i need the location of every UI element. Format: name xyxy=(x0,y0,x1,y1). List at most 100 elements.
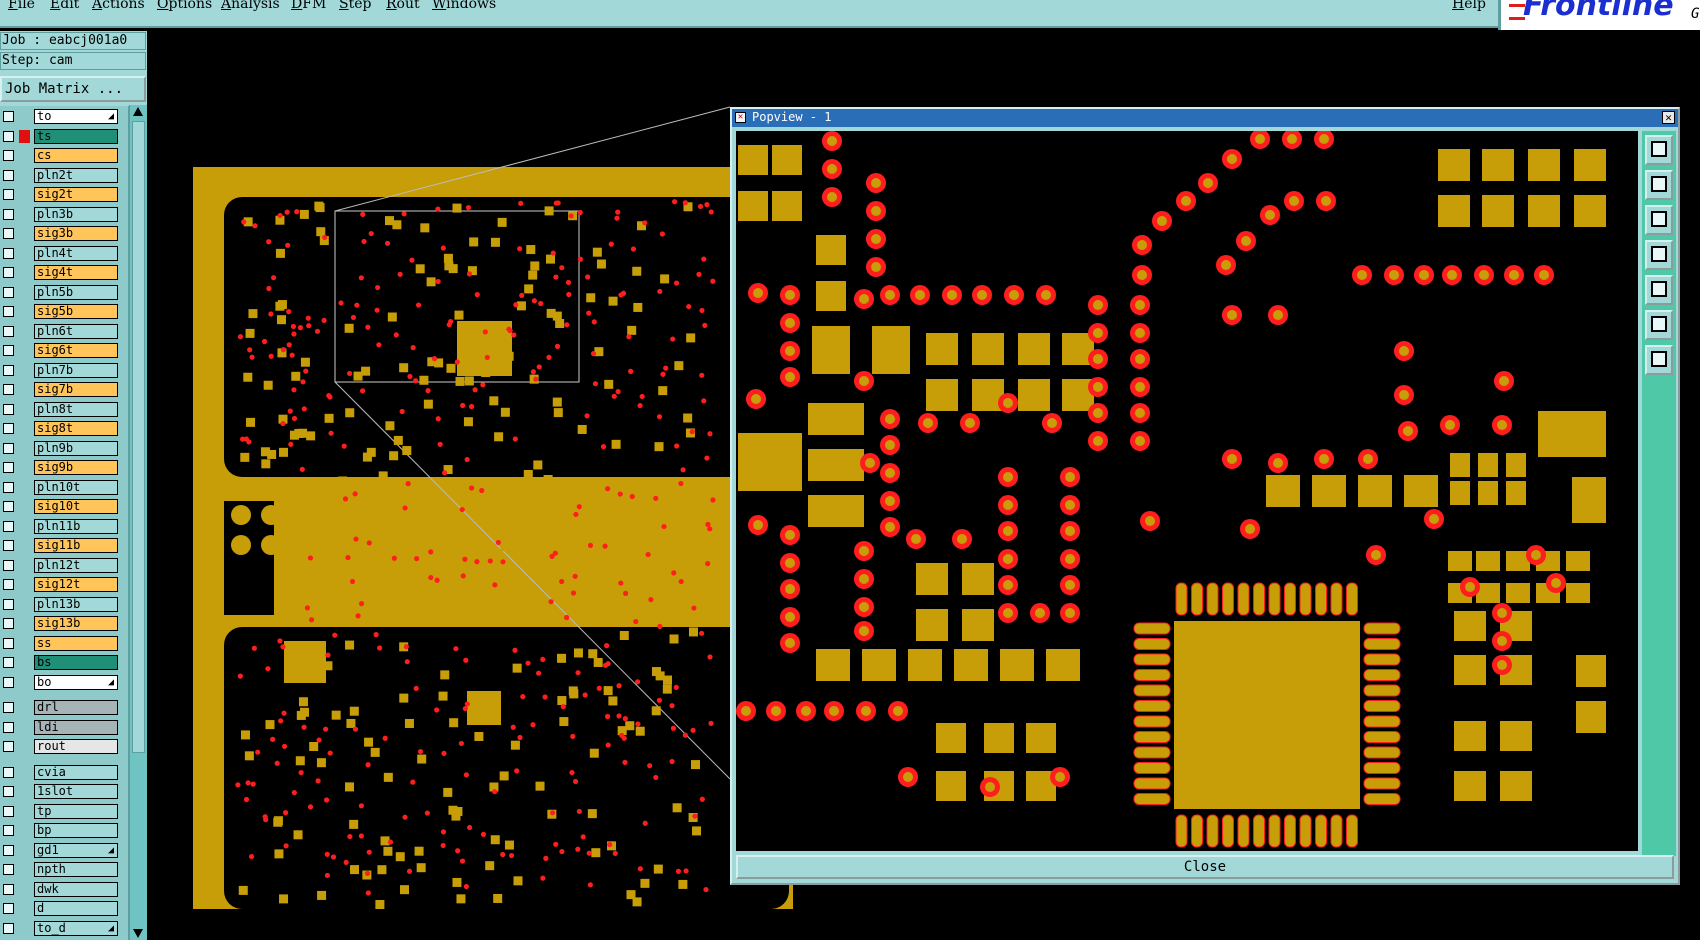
layer-name[interactable]: bo ◢ xyxy=(34,674,118,690)
scroll-up-icon[interactable] xyxy=(133,107,143,116)
layer-affected-marker[interactable] xyxy=(19,520,30,533)
layer-affected-marker[interactable] xyxy=(19,286,30,299)
layer-affected-marker[interactable] xyxy=(19,227,30,240)
menu-analysis[interactable]: Analysis xyxy=(221,0,280,12)
layer-row-gd1[interactable]: gd1 ◢ xyxy=(0,842,128,859)
layer-name[interactable]: sig7b xyxy=(34,382,118,397)
layer-row-pln3b[interactable]: pln3b xyxy=(0,206,128,223)
layer-affected-marker[interactable] xyxy=(19,676,30,689)
layer-affected-marker[interactable] xyxy=(19,305,30,318)
layer-name[interactable]: sig11b xyxy=(34,538,118,553)
layer-affected-marker[interactable] xyxy=(19,740,30,753)
layer-row-cs[interactable]: cs xyxy=(0,147,128,164)
layer-name[interactable]: cs xyxy=(34,148,118,163)
layer-name[interactable]: to_d ◢ xyxy=(34,920,118,936)
layer-name[interactable]: pln11b xyxy=(34,518,118,534)
layer-affected-marker[interactable] xyxy=(19,805,30,818)
layer-affected-marker[interactable] xyxy=(19,149,30,162)
layer-checkbox[interactable] xyxy=(3,403,14,415)
layer-checkbox[interactable] xyxy=(3,520,14,532)
layer-row-sig10t[interactable]: sig10t xyxy=(0,498,128,515)
layer-affected-marker[interactable] xyxy=(19,883,30,896)
layer-row-sig4t[interactable]: sig4t xyxy=(0,264,128,281)
layer-row-ss[interactable]: ss xyxy=(0,635,128,652)
layer-row-bp[interactable]: bp xyxy=(0,822,128,839)
layer-name[interactable]: pln3b xyxy=(34,206,118,222)
layer-affected-marker[interactable] xyxy=(19,766,30,779)
layer-checkbox[interactable] xyxy=(3,559,14,571)
layer-row-pln11b[interactable]: pln11b xyxy=(0,518,128,535)
layer-affected-marker[interactable] xyxy=(19,461,30,474)
layer-row-to[interactable]: to ◢ xyxy=(0,108,128,125)
layer-affected-marker[interactable] xyxy=(19,325,30,338)
layer-row-ts[interactable]: ts xyxy=(0,128,128,145)
layer-checkbox[interactable] xyxy=(3,150,14,161)
layer-affected-marker[interactable] xyxy=(19,617,30,630)
layer-name[interactable]: pln2t xyxy=(34,167,118,183)
layer-checkbox[interactable] xyxy=(3,267,14,278)
window-menu-icon[interactable]: ✕ xyxy=(735,112,746,123)
layer-row-cvia[interactable]: cvia xyxy=(0,764,128,781)
layer-row-1slot[interactable]: 1slot xyxy=(0,783,128,800)
layer-checkbox[interactable] xyxy=(3,481,14,493)
layer-name[interactable]: ts xyxy=(34,128,118,144)
layer-row-tp[interactable]: tp xyxy=(0,803,128,820)
layer-checkbox[interactable] xyxy=(3,384,14,395)
layer-name[interactable]: sig6t xyxy=(34,343,118,358)
layer-affected-marker[interactable] xyxy=(19,129,30,143)
layer-row-sig9b[interactable]: sig9b xyxy=(0,459,128,476)
layer-name[interactable]: pln8t xyxy=(34,401,118,417)
layer-menu-icon[interactable]: ◢ xyxy=(108,922,114,935)
layer-affected-marker[interactable] xyxy=(19,637,30,650)
layer-row-npth[interactable]: npth xyxy=(0,861,128,878)
zoom-out-icon[interactable] xyxy=(1645,205,1673,235)
layer-checkbox[interactable] xyxy=(3,676,14,688)
close-button[interactable]: Close xyxy=(736,855,1674,879)
layer-name[interactable]: sig5b xyxy=(34,304,118,319)
pan-right-icon[interactable] xyxy=(1645,275,1673,305)
layer-name[interactable]: npth xyxy=(34,862,118,877)
layer-checkbox[interactable] xyxy=(3,786,14,797)
zoom-in-icon[interactable] xyxy=(1645,170,1673,200)
menu-help[interactable]: Help xyxy=(1452,0,1486,12)
layer-affected-marker[interactable] xyxy=(19,383,30,396)
layer-name[interactable]: sig3b xyxy=(34,226,118,241)
layer-checkbox[interactable] xyxy=(3,766,14,778)
layer-name[interactable]: bp xyxy=(34,823,118,838)
layer-row-pln9b[interactable]: pln9b xyxy=(0,440,128,457)
layer-checkbox[interactable] xyxy=(3,637,14,649)
layer-checkbox[interactable] xyxy=(3,169,14,181)
layer-row-sig11b[interactable]: sig11b xyxy=(0,537,128,554)
layer-menu-icon[interactable]: ◢ xyxy=(108,676,114,689)
layer-affected-marker[interactable] xyxy=(19,539,30,552)
layer-checkbox[interactable] xyxy=(3,825,14,836)
layer-affected-marker[interactable] xyxy=(19,188,30,201)
layer-affected-marker[interactable] xyxy=(19,598,30,611)
layer-name[interactable]: to ◢ xyxy=(34,109,118,124)
layer-affected-marker[interactable] xyxy=(19,863,30,876)
layer-row-bs[interactable]: bs xyxy=(0,654,128,671)
layer-affected-marker[interactable] xyxy=(19,442,30,455)
layer-row-pln2t[interactable]: pln2t xyxy=(0,167,128,184)
layer-checkbox[interactable] xyxy=(3,501,14,512)
layer-name[interactable]: sig13b xyxy=(34,616,118,631)
layer-affected-marker[interactable] xyxy=(19,344,30,357)
layer-name[interactable]: pln5b xyxy=(34,284,118,300)
layer-row-pln5b[interactable]: pln5b xyxy=(0,284,128,301)
layer-affected-marker[interactable] xyxy=(19,110,30,123)
layer-affected-marker[interactable] xyxy=(19,578,30,591)
menu-options[interactable]: Options xyxy=(157,0,212,12)
layer-row-sig13b[interactable]: sig13b xyxy=(0,615,128,632)
zoom-window-icon[interactable] xyxy=(1645,135,1673,165)
layer-checkbox[interactable] xyxy=(3,306,14,317)
layer-name[interactable]: bs xyxy=(34,655,118,670)
layer-checkbox[interactable] xyxy=(3,540,14,551)
popview-title-bar[interactable]: ✕ Popview - 1 ✕ xyxy=(732,109,1678,127)
scroll-thumb[interactable] xyxy=(132,121,145,753)
layer-name[interactable]: cvia xyxy=(34,764,118,780)
layer-scrollbar[interactable] xyxy=(129,105,147,940)
layer-row-to-d[interactable]: to_d ◢ xyxy=(0,920,128,937)
layer-name[interactable]: pln7b xyxy=(34,362,118,378)
layer-row-sig2t[interactable]: sig2t xyxy=(0,186,128,203)
layer-name[interactable]: pln13b xyxy=(34,596,118,612)
